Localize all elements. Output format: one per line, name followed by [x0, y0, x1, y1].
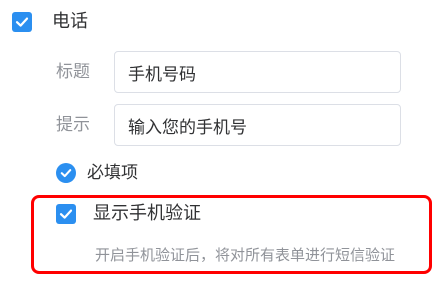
checkmark-icon [15, 17, 29, 27]
verification-label: 显示手机验证 [93, 203, 201, 224]
required-label: 必填项 [87, 163, 138, 183]
checkmark-icon [60, 169, 72, 178]
checkmark-icon [59, 209, 73, 219]
verification-description: 开启手机验证后，将对所有表单进行短信验证 [95, 246, 396, 264]
hint-row-label: 提示 [56, 115, 90, 135]
verification-checkbox[interactable] [56, 204, 76, 224]
phone-field-settings: 电话 标题 手机号码 提示 输入您的手机号 必填项 显示手机验证 开启手机验证后… [0, 0, 441, 284]
hint-input-value: 输入您的手机号 [128, 117, 247, 138]
title-row-label: 标题 [56, 62, 90, 82]
title-input[interactable]: 手机号码 [114, 51, 401, 93]
phone-field-checkbox[interactable] [12, 12, 32, 32]
hint-input[interactable]: 输入您的手机号 [114, 104, 401, 146]
required-check-circle[interactable] [56, 163, 76, 183]
phone-field-label: 电话 [52, 11, 88, 32]
title-input-value: 手机号码 [128, 64, 196, 85]
